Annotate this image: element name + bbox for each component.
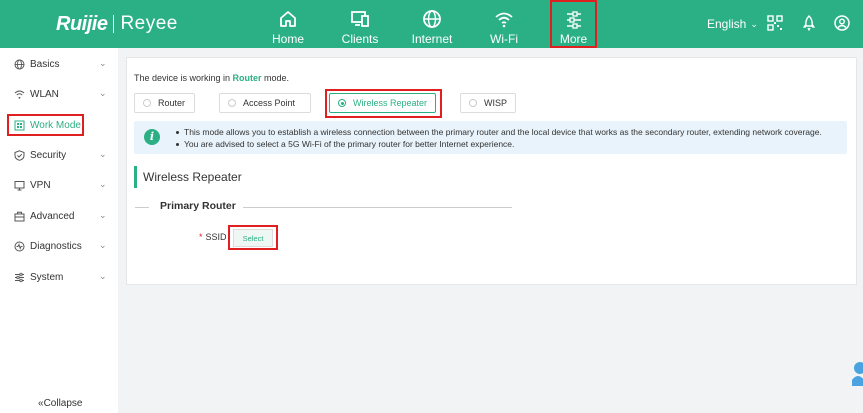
sidebar-item-wlan[interactable]: WLAN ⌄ xyxy=(0,83,118,107)
chevron-down-icon: ⌄ xyxy=(99,210,107,220)
mode-option-label: WISP xyxy=(484,98,508,108)
divider xyxy=(243,207,512,208)
select-button-highlight xyxy=(228,225,278,250)
user-icon[interactable] xyxy=(834,15,850,31)
bullet-icon xyxy=(176,131,179,135)
brand-separator xyxy=(113,15,115,33)
sidebar-item-label: VPN xyxy=(30,180,51,191)
mode-option-label: Access Point xyxy=(243,98,296,108)
diagnostics-icon xyxy=(14,241,25,252)
sidebar-item-label: Diagnostics xyxy=(30,241,82,252)
info-icon: i xyxy=(144,129,160,145)
monitor-icon xyxy=(14,180,25,191)
top-bar: Ruijie Reyee Home Clients Internet Wi-Fi… xyxy=(0,0,863,48)
sidebar-item-basics[interactable]: Basics ⌄ xyxy=(0,53,118,77)
nav-wifi[interactable]: Wi-Fi xyxy=(488,0,520,48)
chevron-down-icon: ⌄ xyxy=(99,240,107,250)
home-icon xyxy=(277,8,299,30)
sidebar-item-label: WLAN xyxy=(30,89,59,100)
globe-icon xyxy=(421,8,443,30)
radio-icon xyxy=(143,99,151,107)
radio-icon xyxy=(469,99,477,107)
sidebar-item-system[interactable]: System ⌄ xyxy=(0,266,118,290)
section-title: Wireless Repeater xyxy=(134,166,242,188)
brand-reyee: Reyee xyxy=(120,13,178,34)
info-line: This mode allows you to establish a wire… xyxy=(176,127,822,137)
wireless-repeater-highlight xyxy=(325,89,442,118)
subsection-title: Primary Router xyxy=(160,200,236,212)
nav-home[interactable]: Home xyxy=(270,0,306,48)
sidebar-item-label: Advanced xyxy=(30,211,75,222)
info-line-text: This mode allows you to establish a wire… xyxy=(184,127,822,137)
sidebar-item-diagnostics[interactable]: Diagnostics ⌄ xyxy=(0,235,118,259)
nav-clients-label: Clients xyxy=(341,32,379,46)
nav-wifi-label: Wi-Fi xyxy=(490,32,518,46)
ssid-label: * SSID xyxy=(199,232,227,242)
mode-suffix: mode. xyxy=(261,73,290,83)
current-mode-text: The device is working in Router mode. xyxy=(134,73,289,83)
required-marker: * xyxy=(199,232,203,242)
radio-icon xyxy=(228,99,236,107)
wifi-icon xyxy=(14,89,25,100)
brand-logo: Ruijie Reyee xyxy=(56,11,178,37)
sliders-icon xyxy=(563,10,585,30)
language-selector[interactable]: English ⌄ xyxy=(707,17,758,31)
qr-code-icon[interactable] xyxy=(767,15,783,31)
mode-option-router[interactable]: Router xyxy=(134,93,195,113)
mode-option-wisp[interactable]: WISP xyxy=(460,93,516,113)
shield-icon xyxy=(14,150,25,161)
ssid-label-text: SSID xyxy=(205,232,227,242)
rocket-icon[interactable] xyxy=(801,15,817,32)
mode-option-access-point[interactable]: Access Point xyxy=(219,93,311,113)
sidebar-item-label: System xyxy=(30,272,64,283)
nav-more-label: More xyxy=(559,32,588,46)
sidebar-item-label: Basics xyxy=(30,59,60,70)
toolbox-icon xyxy=(14,211,25,222)
brand-ruijie: Ruijie xyxy=(56,12,108,35)
work-mode-highlight xyxy=(7,114,84,136)
current-mode-value: Router xyxy=(232,73,262,83)
info-banner: i This mode allows you to establish a wi… xyxy=(134,121,847,154)
mode-option-label: Router xyxy=(158,98,186,108)
wifi-icon xyxy=(493,8,515,30)
collapse-button[interactable]: «Collapse xyxy=(38,398,82,409)
sidebar-item-vpn[interactable]: VPN ⌄ xyxy=(0,174,118,198)
language-label: English xyxy=(707,17,747,31)
nav-internet[interactable]: Internet xyxy=(410,0,454,48)
info-line: You are advised to select a 5G Wi-Fi of … xyxy=(176,139,514,149)
sidebar-item-label: Security xyxy=(30,150,67,161)
bullet-icon xyxy=(176,143,179,147)
chevron-down-icon: ⌄ xyxy=(99,149,107,159)
chevron-down-icon: ⌄ xyxy=(99,179,107,189)
sidebar-item-advanced[interactable]: Advanced ⌄ xyxy=(0,205,118,229)
collapse-label: Collapse xyxy=(43,398,83,409)
nav-clients[interactable]: Clients xyxy=(340,0,380,48)
chevron-down-icon: ⌄ xyxy=(99,271,107,281)
assistant-float-icon[interactable] xyxy=(848,358,863,386)
globe-icon xyxy=(14,59,25,70)
chevron-down-icon: ⌄ xyxy=(99,88,107,98)
nav-more[interactable]: More xyxy=(550,0,597,48)
info-line-text: You are advised to select a 5G Wi-Fi of … xyxy=(184,139,515,149)
chevron-down-icon: ⌄ xyxy=(99,58,107,68)
chevron-down-icon: ⌄ xyxy=(750,18,758,29)
sidebar-item-security[interactable]: Security ⌄ xyxy=(0,144,118,168)
nav-home-label: Home xyxy=(271,32,304,46)
monitor-icon xyxy=(349,8,371,30)
nav-internet-label: Internet xyxy=(411,32,453,46)
divider xyxy=(135,207,149,208)
mode-prefix: The device is working in xyxy=(134,73,233,83)
sliders-icon xyxy=(14,272,25,283)
